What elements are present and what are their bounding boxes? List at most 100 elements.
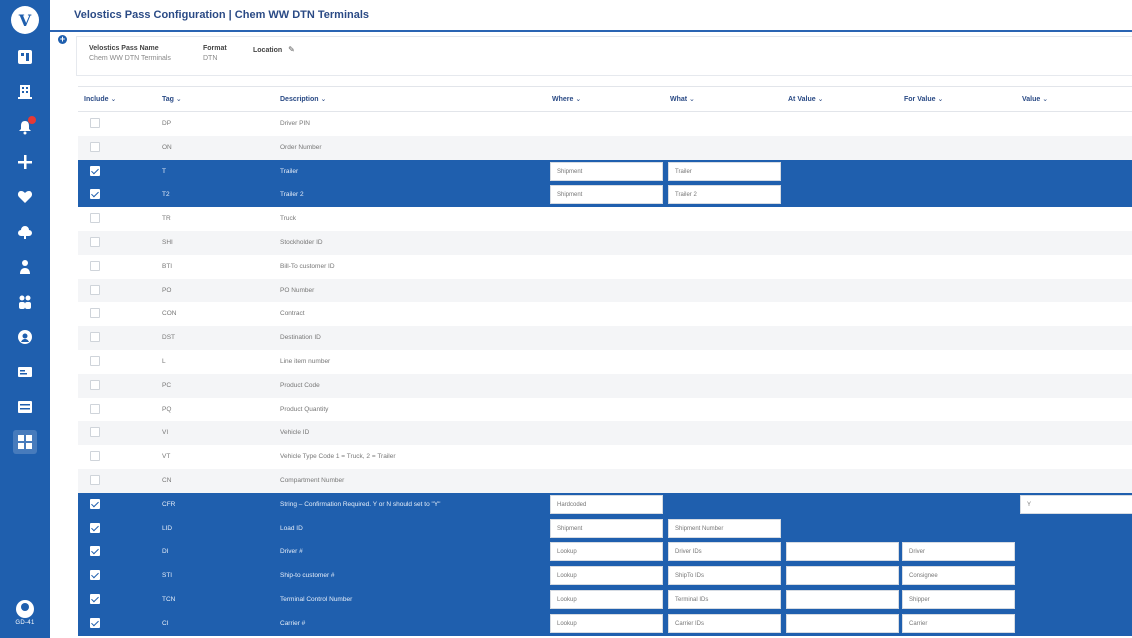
where-input[interactable]: Lookup (550, 566, 663, 586)
column-header-value[interactable]: Value ⌄ (1022, 95, 1048, 103)
app-logo[interactable]: V (11, 6, 39, 34)
grid-icon[interactable] (13, 430, 37, 454)
where-input[interactable]: Lookup (550, 613, 663, 633)
sort-caret-icon[interactable]: ⌄ (816, 96, 824, 103)
include-checkbox[interactable] (90, 332, 100, 343)
sort-caret-icon[interactable]: ⌄ (174, 96, 182, 103)
include-checkbox[interactable] (90, 236, 100, 247)
where-input[interactable]: Lookup (550, 589, 663, 609)
table-row[interactable]: PQ Product Quantity (78, 398, 1132, 422)
table-row[interactable]: VT Vehicle Type Code 1 = Truck, 2 = Trail… (78, 445, 1132, 469)
include-checkbox[interactable] (90, 403, 100, 414)
include-checkbox[interactable] (90, 165, 100, 176)
include-checkbox[interactable] (90, 379, 100, 390)
include-checkbox[interactable] (90, 427, 100, 438)
list-icon[interactable] (13, 395, 37, 419)
collapse-button[interactable]: + (58, 35, 67, 44)
table-row[interactable]: ON Order Number (78, 135, 1132, 160)
include-checkbox[interactable] (90, 522, 100, 533)
table-row[interactable]: BTI Bill-To customer ID (78, 255, 1132, 279)
table-row[interactable]: DP Driver PIN (78, 112, 1132, 136)
what-input[interactable]: ShipTo IDs (668, 566, 781, 586)
sort-caret-icon[interactable]: ⌄ (1040, 96, 1048, 103)
column-header-where[interactable]: Where ⌄ (552, 95, 581, 103)
table-row[interactable]: PO PO Number (78, 278, 1132, 303)
table-row[interactable]: DI Driver # Lookup Driver IDs Driver (78, 540, 1132, 565)
include-checkbox[interactable] (90, 570, 100, 581)
where-input[interactable]: Hardcoded (550, 494, 663, 514)
where-input[interactable]: Shipment (550, 185, 663, 205)
notification-icon[interactable] (13, 115, 37, 139)
include-checkbox[interactable] (90, 118, 100, 128)
table-row[interactable]: CN Compartment Number (78, 468, 1132, 493)
users-icon[interactable] (13, 290, 37, 314)
sort-caret-icon[interactable]: ⌄ (573, 96, 581, 103)
table-row[interactable]: TCN Terminal Control Number Lookup Terminal… (78, 587, 1132, 612)
table-row[interactable]: DST Destination ID (78, 326, 1132, 350)
sort-caret-icon[interactable]: ⌄ (687, 96, 695, 103)
sort-caret-icon[interactable]: ⌄ (109, 96, 116, 103)
badge-icon[interactable] (13, 325, 37, 349)
table-row[interactable]: CFR String – Confirmation Required. Y or … (78, 492, 1132, 517)
user-profile[interactable]: GD-41 (0, 600, 50, 626)
table-row[interactable]: T2 Trailer 2 Shipment Trailer 2 (78, 183, 1132, 208)
include-checkbox[interactable] (90, 141, 100, 152)
include-checkbox[interactable] (90, 593, 100, 604)
for-value-input[interactable]: Carrier (902, 613, 1015, 633)
table-row[interactable]: T Trailer Shipment Trailer (78, 159, 1132, 184)
what-input[interactable]: Trailer (668, 161, 781, 181)
include-checkbox[interactable] (90, 451, 100, 462)
table-row[interactable]: TR Truck (78, 207, 1132, 231)
column-header-at-value[interactable]: At Value ⌄ (788, 95, 823, 103)
plus-icon[interactable] (13, 150, 37, 174)
where-input[interactable]: Shipment (550, 518, 663, 538)
include-checkbox[interactable] (90, 546, 100, 557)
at-value-input[interactable] (786, 613, 899, 633)
cloud-icon[interactable] (13, 220, 37, 244)
include-checkbox[interactable] (90, 617, 100, 628)
for-value-input[interactable]: Consignee (902, 566, 1015, 586)
column-header-tag[interactable]: Tag ⌄ (162, 95, 182, 103)
sort-caret-icon[interactable]: ⌄ (936, 96, 943, 103)
column-header-for-value[interactable]: For Value ⌄ (904, 95, 943, 103)
include-checkbox[interactable] (90, 474, 100, 485)
sort-caret-icon[interactable]: ⌄ (319, 96, 326, 103)
column-header-include[interactable]: Include ⌄ (84, 95, 116, 103)
where-input[interactable]: Lookup (550, 542, 663, 562)
column-header-description[interactable]: Description ⌄ (280, 95, 326, 103)
where-input[interactable]: Shipment (550, 161, 663, 181)
building-icon[interactable] (13, 80, 37, 104)
at-value-input[interactable] (786, 542, 899, 562)
what-input[interactable]: Shipment Number (668, 518, 781, 538)
edit-icon[interactable]: ✎ (288, 45, 295, 54)
for-value-input[interactable]: Shipper (902, 589, 1015, 609)
include-checkbox[interactable] (90, 260, 100, 271)
include-checkbox[interactable] (90, 213, 100, 224)
table-row[interactable]: SHI Stockholder ID (78, 230, 1132, 255)
avatar[interactable] (16, 600, 34, 618)
table-row[interactable]: CON Contract (78, 302, 1132, 326)
what-input[interactable]: Carrier IDs (668, 613, 781, 633)
dashboard-icon[interactable] (13, 45, 37, 69)
include-checkbox[interactable] (90, 498, 100, 509)
table-row[interactable]: LID Load ID Shipment Shipment Number (78, 516, 1132, 541)
table-row[interactable]: CI Carrier # Lookup Carrier IDs Carrier (78, 611, 1132, 636)
table-row[interactable]: PC Product Code (78, 373, 1132, 398)
at-value-input[interactable] (786, 589, 899, 609)
include-checkbox[interactable] (90, 308, 100, 319)
table-row[interactable]: VI Vehicle ID (78, 421, 1132, 446)
include-checkbox[interactable] (90, 189, 100, 200)
heart-icon[interactable] (13, 185, 37, 209)
what-input[interactable]: Driver IDs (668, 542, 781, 562)
value-input[interactable]: Y (1020, 494, 1132, 514)
column-header-what[interactable]: What ⌄ (670, 95, 695, 103)
table-row[interactable]: L Line item number (78, 350, 1132, 374)
table-row[interactable]: STI Ship-to customer # Lookup ShipTo IDs Con… (78, 564, 1132, 588)
include-checkbox[interactable] (90, 355, 100, 366)
person-icon[interactable] (13, 255, 37, 279)
for-value-input[interactable]: Driver (902, 542, 1015, 562)
include-checkbox[interactable] (90, 284, 100, 295)
card-icon[interactable] (13, 360, 37, 384)
what-input[interactable]: Trailer 2 (668, 185, 781, 205)
at-value-input[interactable] (786, 566, 899, 586)
